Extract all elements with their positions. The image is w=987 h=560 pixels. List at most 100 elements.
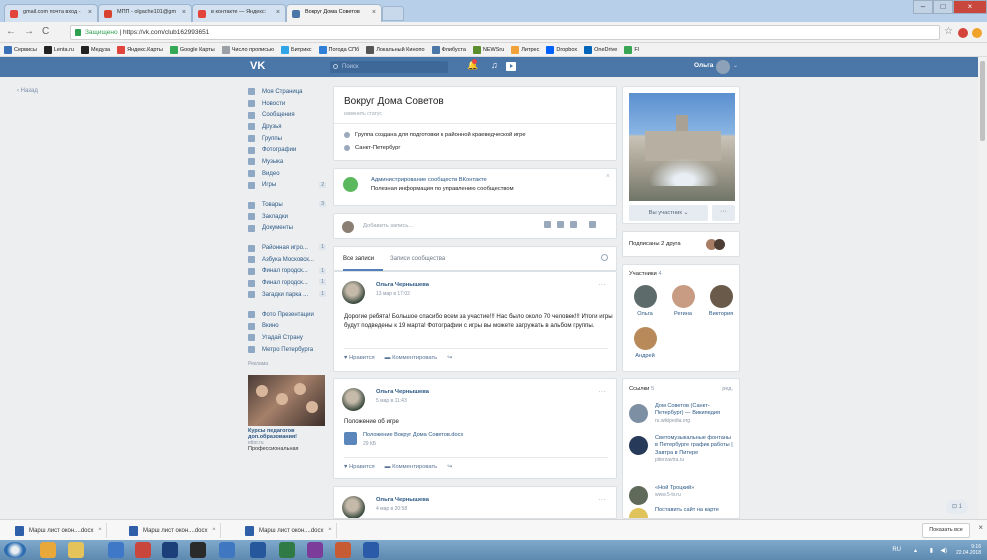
bookmark-item[interactable]: Fl: [624, 45, 639, 54]
extension-icon[interactable]: [972, 28, 982, 38]
sidebar-item[interactable]: Моя Страница: [248, 86, 330, 98]
download-item[interactable]: Марш лист окон....docx ^: [124, 523, 222, 538]
volume-icon[interactable]: ◀): [940, 547, 947, 554]
vk-app-icon[interactable]: [108, 542, 124, 558]
photoshop-icon[interactable]: [162, 542, 178, 558]
menu-icon[interactable]: [589, 221, 596, 228]
search-icon[interactable]: [601, 254, 608, 261]
post-author[interactable]: Ольга Чернышева: [376, 389, 429, 395]
sidebar-item[interactable]: Азбука Московск...: [248, 254, 330, 266]
browser-tab-yandex[interactable]: в контакте — Яндекс: ×: [192, 4, 286, 22]
video-icon[interactable]: [557, 221, 564, 228]
excel-icon[interactable]: [279, 542, 295, 558]
play-icon[interactable]: [506, 62, 516, 71]
language-indicator[interactable]: RU: [892, 547, 901, 554]
members-header[interactable]: Участники 4: [629, 271, 662, 277]
app-icon[interactable]: [250, 542, 266, 558]
tab-community-posts[interactable]: Записи сообщества: [390, 256, 445, 262]
avatar[interactable]: [342, 496, 365, 518]
document-icon[interactable]: [344, 432, 357, 445]
post-date[interactable]: 13 мар в 17:02: [376, 291, 410, 297]
bookmark-item[interactable]: Медуза: [80, 45, 110, 54]
sidebar-item[interactable]: Игры 2: [248, 180, 330, 192]
sidebar-item[interactable]: Музыка: [248, 156, 330, 168]
doc-title[interactable]: Положение Вокруг Дома Советов.docx: [363, 432, 463, 438]
show-all-downloads-button[interactable]: Показать все: [922, 523, 970, 538]
bookmark-item[interactable]: Локальный Кинопо: [366, 45, 425, 54]
sidebar-item[interactable]: Фотографии: [248, 144, 330, 156]
browser-tab-vk[interactable]: Вокруг Дома Советов ×: [286, 4, 382, 22]
chevron-down-icon[interactable]: ⌄: [733, 62, 738, 69]
avatar[interactable]: [716, 60, 730, 74]
more-icon[interactable]: ···: [598, 280, 606, 289]
sidebar-item[interactable]: Метро Петербурга: [248, 344, 330, 356]
close-icon[interactable]: ×: [276, 9, 280, 16]
chrome-icon[interactable]: [40, 542, 56, 558]
bookmark-item[interactable]: OneDrive: [584, 45, 617, 54]
share-icon[interactable]: ↪: [447, 464, 452, 470]
more-button[interactable]: ···: [712, 205, 735, 221]
comment-button[interactable]: ▬ Комментировать: [385, 355, 438, 361]
back-arrow-icon[interactable]: ←: [6, 26, 16, 37]
friends-subscribed[interactable]: Подписаны 2 друга: [629, 241, 681, 247]
member-item[interactable]: Ольга: [625, 285, 665, 317]
avatar[interactable]: [714, 239, 725, 250]
bookmark-item[interactable]: NEWSru: [472, 45, 504, 54]
bookmark-item[interactable]: Число прописью: [221, 45, 274, 54]
folder-icon[interactable]: [68, 542, 84, 558]
sidebar-item[interactable]: Вкино: [248, 320, 330, 332]
composer-input[interactable]: Добавить запись...: [363, 223, 413, 229]
more-icon[interactable]: ···: [598, 495, 606, 504]
like-button[interactable]: ♥ Нравится: [344, 464, 375, 470]
close-icon[interactable]: ×: [978, 523, 983, 532]
powerpoint-icon[interactable]: [335, 542, 351, 558]
bookmark-item[interactable]: Литрес: [511, 45, 539, 54]
sidebar-item[interactable]: Закладки: [248, 211, 330, 223]
sidebar-item[interactable]: Друзья: [248, 121, 330, 133]
chevron-up-icon[interactable]: ^: [99, 528, 102, 534]
reload-icon[interactable]: C: [42, 26, 49, 37]
sidebar-item[interactable]: Фото Презентации: [248, 309, 330, 321]
download-item[interactable]: Марш лист окон....docx ^: [10, 523, 108, 538]
vk-user-name[interactable]: Ольга: [694, 62, 713, 69]
share-icon[interactable]: ↪: [447, 355, 452, 361]
tab-all-posts[interactable]: Все записи: [343, 256, 374, 262]
back-link[interactable]: ‹ Назад: [17, 88, 38, 94]
vk-logo[interactable]: VK: [250, 60, 265, 72]
bookmark-item[interactable]: Dropbox: [546, 45, 577, 54]
close-icon[interactable]: ×: [372, 9, 376, 16]
minimize-icon[interactable]: –: [913, 0, 933, 14]
close-icon[interactable]: ×: [88, 9, 92, 16]
onenote-icon[interactable]: [307, 542, 323, 558]
links-header[interactable]: Ссылки 5: [629, 386, 654, 392]
download-item[interactable]: Марш лист окон....docx ^: [240, 523, 338, 538]
sidebar-item[interactable]: Товары 3: [248, 199, 330, 211]
sidebar-item[interactable]: Районная игро... 1: [248, 242, 330, 254]
bookmark-item[interactable]: Яндекс.Карты: [117, 45, 163, 54]
page-scrollbar[interactable]: [978, 57, 987, 519]
music-icon[interactable]: ♫: [491, 60, 498, 70]
post-date[interactable]: 5 мар в 11:43: [376, 398, 407, 404]
close-window-icon[interactable]: ×: [953, 0, 987, 14]
bookmark-item[interactable]: Google Карты: [169, 45, 215, 54]
extension-icon[interactable]: [958, 28, 968, 38]
arrow-up-icon[interactable]: ▴: [914, 547, 917, 554]
member-button[interactable]: Вы участник ⌄: [629, 205, 708, 221]
address-input[interactable]: Защищено | https://vk.com/club162993651: [70, 25, 940, 40]
post-date[interactable]: 4 мар в 20:58: [376, 506, 407, 512]
notifications-bell-icon[interactable]: 🔔: [467, 59, 478, 71]
app-icon[interactable]: [219, 542, 235, 558]
sidebar-item[interactable]: Группы: [248, 133, 330, 145]
more-icon[interactable]: ···: [598, 387, 606, 396]
bookmark-item[interactable]: Флибуста: [431, 45, 466, 54]
sidebar-item[interactable]: Сообщения: [248, 109, 330, 121]
avatar[interactable]: [342, 281, 365, 304]
sidebar-item[interactable]: Финал городск... 1: [248, 266, 330, 278]
taskbar-clock[interactable]: 9:16 22.04.2018: [956, 544, 981, 556]
like-button[interactable]: ♥ Нравится: [344, 355, 375, 361]
bookmark-item[interactable]: Битрикс: [280, 45, 312, 54]
avatar[interactable]: [342, 388, 365, 411]
sidebar-item[interactable]: Угадай Страну: [248, 332, 330, 344]
sidebar-item[interactable]: Видео: [248, 168, 330, 180]
sidebar-item[interactable]: Документы: [248, 223, 330, 235]
